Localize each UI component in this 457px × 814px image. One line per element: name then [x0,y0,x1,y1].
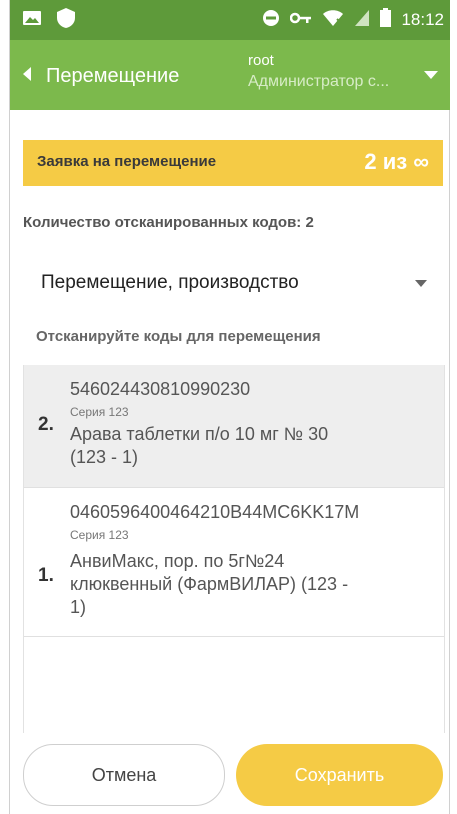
left-frame-border [0,0,10,814]
chevron-down-icon [415,280,427,287]
scan-hint: Отсканируйте коды для перемещения [36,328,321,345]
item-name-line: АнвиМакс, пор. по 5г№24 [70,551,285,571]
do-not-disturb-icon [262,9,280,32]
back-arrow-icon [22,66,32,87]
no-sim-icon [354,9,370,32]
item-name-line: 1) [70,597,87,617]
battery-icon [380,8,392,32]
status-time: 18:12 [401,10,444,29]
user-name: root [248,52,274,69]
user-selector[interactable]: root Администратор с... [248,52,418,91]
action-buttons: Отмена Сохранить [23,744,443,806]
list-item[interactable]: 1. 0460596400464210B44MC6KK17M Серия 123… [24,488,444,637]
item-name: Арава таблетки п/о 10 мг № 30 (123 - 1) [70,423,420,469]
list-item[interactable]: 2. 546024430810990230 Серия 123 Арава та… [24,365,444,488]
gallery-icon [22,10,42,31]
user-role: Администратор с... [248,73,390,90]
cancel-button[interactable]: Отмена [23,744,225,806]
item-series: Серия 123 [70,528,129,542]
request-banner: Заявка на перемещение 2 из ∞ [23,140,443,186]
scanned-codes-count: Количество отсканированных кодов: 2 [23,214,314,231]
operation-type-select[interactable]: Перемещение, производство [23,264,443,304]
item-index: 2. [38,414,54,435]
app-bar: Перемещение root Администратор с... [10,40,450,110]
page-title: Перемещение [46,64,180,87]
back-button[interactable]: Перемещение [22,62,192,90]
item-name-line: Арава таблетки п/о 10 мг № 30 [70,424,329,444]
item-name: АнвиМакс, пор. по 5г№24 клюквенный (Фарм… [70,550,420,619]
status-bar: 18:12 [10,0,450,40]
item-index: 1. [38,565,54,586]
scanned-items-list: 2. 546024430810990230 Серия 123 Арава та… [23,365,445,733]
user-dropdown-icon[interactable] [424,71,438,79]
item-code: 0460596400464210B44MC6KK17M [70,502,360,522]
request-count: 2 из ∞ [364,149,429,174]
item-series: Серия 123 [70,405,129,419]
select-value: Перемещение, производство [41,272,299,293]
wifi-icon [322,9,345,32]
shield-icon [56,7,76,34]
key-icon [290,11,312,30]
save-button[interactable]: Сохранить [236,744,443,806]
right-frame-border [449,0,457,814]
item-name-line: (123 - 1) [70,447,139,467]
item-name-line: клюквенный (ФармВИЛАР) (123 - [70,574,349,594]
item-code: 546024430810990230 [70,379,251,399]
request-label: Заявка на перемещение [37,153,217,170]
